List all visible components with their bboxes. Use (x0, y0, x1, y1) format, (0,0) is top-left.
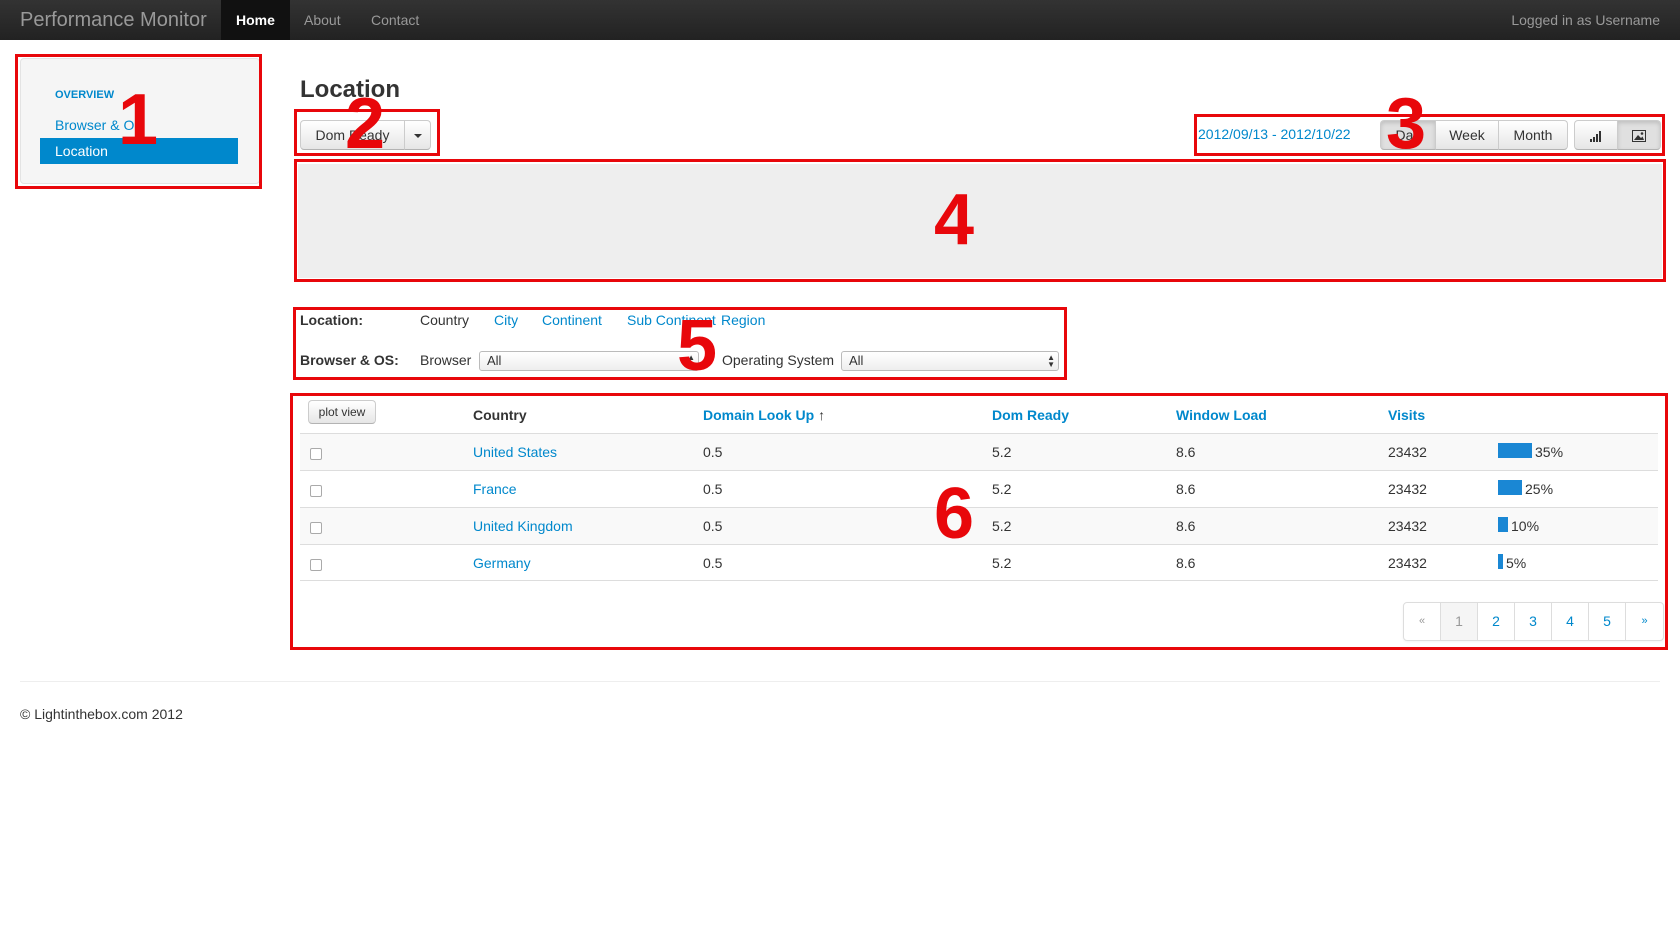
nav-contact[interactable]: Contact (356, 0, 434, 40)
top-navbar: Performance Monitor Home About Contact L… (0, 0, 1680, 40)
annotation-number-5: 5 (677, 306, 718, 386)
annotation-box-3 (1194, 114, 1665, 156)
annotation-box-6 (290, 393, 1668, 650)
footer-copyright: © Lightinthebox.com 2012 (20, 706, 183, 722)
annotation-box-4 (294, 159, 1666, 282)
footer-divider (20, 681, 1660, 682)
annotation-number-1: 1 (118, 80, 159, 160)
nav-home[interactable]: Home (221, 0, 290, 40)
logged-in-text: Logged in as Username (1511, 12, 1660, 28)
annotation-number-6: 6 (934, 474, 975, 554)
annotation-number-2: 2 (345, 84, 386, 164)
annotation-number-3: 3 (1386, 84, 1427, 164)
brand-title[interactable]: Performance Monitor (20, 0, 207, 40)
nav-about[interactable]: About (289, 0, 356, 40)
annotation-number-4: 4 (934, 180, 975, 260)
